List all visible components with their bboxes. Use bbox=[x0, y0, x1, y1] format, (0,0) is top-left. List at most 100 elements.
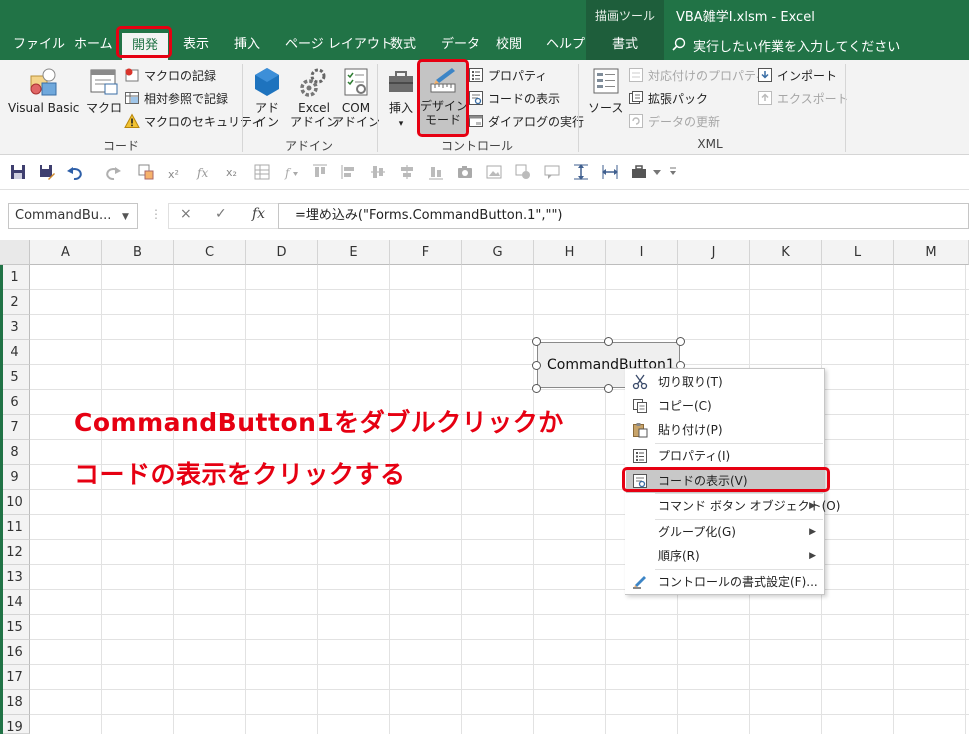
row-header-3[interactable]: 3 bbox=[0, 315, 30, 340]
tab-page-layout[interactable]: ページ レイアウト bbox=[285, 30, 393, 60]
row-header-19[interactable]: 19 bbox=[0, 715, 30, 734]
select-all-corner[interactable] bbox=[0, 240, 30, 265]
lightbulb-search-icon[interactable] bbox=[672, 37, 686, 51]
tab-insert[interactable]: 挿入 bbox=[234, 30, 260, 60]
camera-icon[interactable] bbox=[456, 163, 474, 181]
refresh-data-button[interactable]: データの更新 bbox=[628, 111, 720, 131]
save-as-icon[interactable] bbox=[38, 163, 56, 181]
picture-icon[interactable] bbox=[485, 163, 503, 181]
comment-icon[interactable] bbox=[543, 163, 561, 181]
cancel-formula-button[interactable]: × bbox=[180, 206, 192, 222]
row-header-8[interactable]: 8 bbox=[0, 440, 30, 465]
superscript-icon[interactable]: x² bbox=[166, 163, 184, 181]
redo-icon[interactable] bbox=[104, 163, 122, 181]
column-width-icon[interactable] bbox=[601, 163, 619, 181]
row-header-5[interactable]: 5 bbox=[0, 365, 30, 390]
relative-reference-button[interactable]: 相対参照で記録 bbox=[124, 88, 228, 108]
column-header-c[interactable]: C bbox=[174, 240, 246, 265]
column-header-b[interactable]: B bbox=[102, 240, 174, 265]
menu-item-format-control[interactable]: コントロールの書式設定(F)... bbox=[626, 570, 824, 594]
row-header-16[interactable]: 16 bbox=[0, 640, 30, 665]
row-header-9[interactable]: 9 bbox=[0, 465, 30, 490]
tell-me-search[interactable]: 実行したい作業を入力してください bbox=[693, 36, 900, 55]
customize-qat-icon[interactable] bbox=[664, 163, 682, 181]
resize-handle-top-right[interactable] bbox=[676, 337, 685, 346]
column-header-d[interactable]: D bbox=[246, 240, 318, 265]
tab-help[interactable]: ヘルプ bbox=[546, 30, 585, 60]
align-top-icon[interactable] bbox=[311, 163, 329, 181]
align-bottom-icon[interactable] bbox=[427, 163, 445, 181]
insert-control-button[interactable]: 挿入 ▾ bbox=[386, 66, 416, 131]
table-grid-icon[interactable] bbox=[253, 163, 271, 181]
column-header-g[interactable]: G bbox=[462, 240, 534, 265]
column-header-f[interactable]: F bbox=[390, 240, 462, 265]
function-icon[interactable]: fx bbox=[195, 163, 213, 181]
column-header-h[interactable]: H bbox=[534, 240, 606, 265]
column-header-i[interactable]: I bbox=[606, 240, 678, 265]
align-center-icon[interactable] bbox=[398, 163, 416, 181]
resize-handle-bottom[interactable] bbox=[604, 384, 613, 393]
run-dialog-button[interactable]: ダイアログの実行 bbox=[468, 111, 584, 131]
resize-handle-bottom-left[interactable] bbox=[532, 384, 541, 393]
tab-review[interactable]: 校閲 bbox=[496, 30, 522, 60]
format-painter-icon[interactable] bbox=[137, 163, 155, 181]
resize-handle-top-left[interactable] bbox=[532, 337, 541, 346]
macros-button[interactable]: マクロ bbox=[86, 66, 122, 115]
row-header-18[interactable]: 18 bbox=[0, 690, 30, 715]
menu-item-cut[interactable]: 切り取り(T) bbox=[626, 370, 824, 394]
shape-icon[interactable] bbox=[514, 163, 532, 181]
column-header-a[interactable]: A bbox=[30, 240, 102, 265]
row-header-11[interactable]: 11 bbox=[0, 515, 30, 540]
resize-handle-left[interactable] bbox=[532, 361, 541, 370]
menu-item-properties[interactable]: プロパティ(I) bbox=[626, 444, 824, 468]
menu-item-copy[interactable]: コピー(C) bbox=[626, 394, 824, 418]
name-box-dropdown-icon[interactable]: ▼ bbox=[122, 212, 129, 222]
align-middle-icon[interactable] bbox=[369, 163, 387, 181]
row-header-13[interactable]: 13 bbox=[0, 565, 30, 590]
save-icon[interactable] bbox=[9, 163, 27, 181]
com-addins-button[interactable]: COM アドイン bbox=[332, 66, 380, 129]
column-header-k[interactable]: K bbox=[750, 240, 822, 265]
toolbox-small-icon[interactable] bbox=[630, 163, 648, 181]
column-header-m[interactable]: M bbox=[894, 240, 969, 265]
subscript-icon[interactable]: x₂ bbox=[224, 163, 242, 181]
align-left-icon[interactable] bbox=[340, 163, 358, 181]
formula-input[interactable]: =埋め込み("Forms.CommandButton.1","") bbox=[278, 203, 969, 229]
insert-function-icon[interactable]: f bbox=[282, 163, 300, 181]
insert-function-button[interactable]: fx bbox=[252, 206, 265, 222]
row-height-icon[interactable] bbox=[572, 163, 590, 181]
map-properties-button[interactable]: 対応付けのプロパティ bbox=[628, 65, 767, 85]
xml-import-button[interactable]: インポート bbox=[757, 65, 837, 85]
xml-export-button[interactable]: エクスポート bbox=[757, 88, 849, 108]
menu-item-command-button-object[interactable]: コマンド ボタン オブジェクト(O) ▶ bbox=[626, 494, 840, 518]
properties-button[interactable]: プロパティ bbox=[468, 65, 547, 85]
tab-formulas[interactable]: 数式 bbox=[390, 30, 416, 60]
tab-view[interactable]: 表示 bbox=[183, 30, 209, 60]
tab-data[interactable]: データ bbox=[441, 30, 480, 60]
row-header-4[interactable]: 4 bbox=[0, 340, 30, 365]
row-header-14[interactable]: 14 bbox=[0, 590, 30, 615]
tab-file[interactable]: ファイル bbox=[13, 30, 65, 60]
menu-item-group[interactable]: グループ化(G) ▶ bbox=[626, 520, 824, 544]
record-macro-button[interactable]: マクロの記録 bbox=[124, 65, 216, 85]
expansion-packs-button[interactable]: 拡張パック bbox=[628, 88, 708, 108]
row-header-15[interactable]: 15 bbox=[0, 615, 30, 640]
name-box[interactable]: CommandBu... bbox=[8, 203, 138, 229]
undo-icon[interactable] bbox=[66, 163, 84, 181]
addins-button[interactable]: アド イン bbox=[252, 66, 282, 129]
column-header-e[interactable]: E bbox=[318, 240, 390, 265]
row-header-12[interactable]: 12 bbox=[0, 540, 30, 565]
tab-format[interactable]: 書式 bbox=[612, 30, 638, 60]
visual-basic-button[interactable]: Visual Basic bbox=[8, 66, 79, 115]
row-header-10[interactable]: 10 bbox=[0, 490, 30, 515]
menu-item-paste[interactable]: 貼り付け(P) bbox=[626, 418, 824, 442]
xml-source-button[interactable]: ソース bbox=[588, 66, 623, 115]
row-header-17[interactable]: 17 bbox=[0, 665, 30, 690]
column-header-l[interactable]: L bbox=[822, 240, 894, 265]
view-code-button[interactable]: コードの表示 bbox=[468, 88, 560, 108]
row-header-6[interactable]: 6 bbox=[0, 390, 30, 415]
column-header-j[interactable]: J bbox=[678, 240, 750, 265]
excel-addins-button[interactable]: Excel アドイン bbox=[290, 66, 338, 129]
row-header-7[interactable]: 7 bbox=[0, 415, 30, 440]
resize-handle-top[interactable] bbox=[604, 337, 613, 346]
